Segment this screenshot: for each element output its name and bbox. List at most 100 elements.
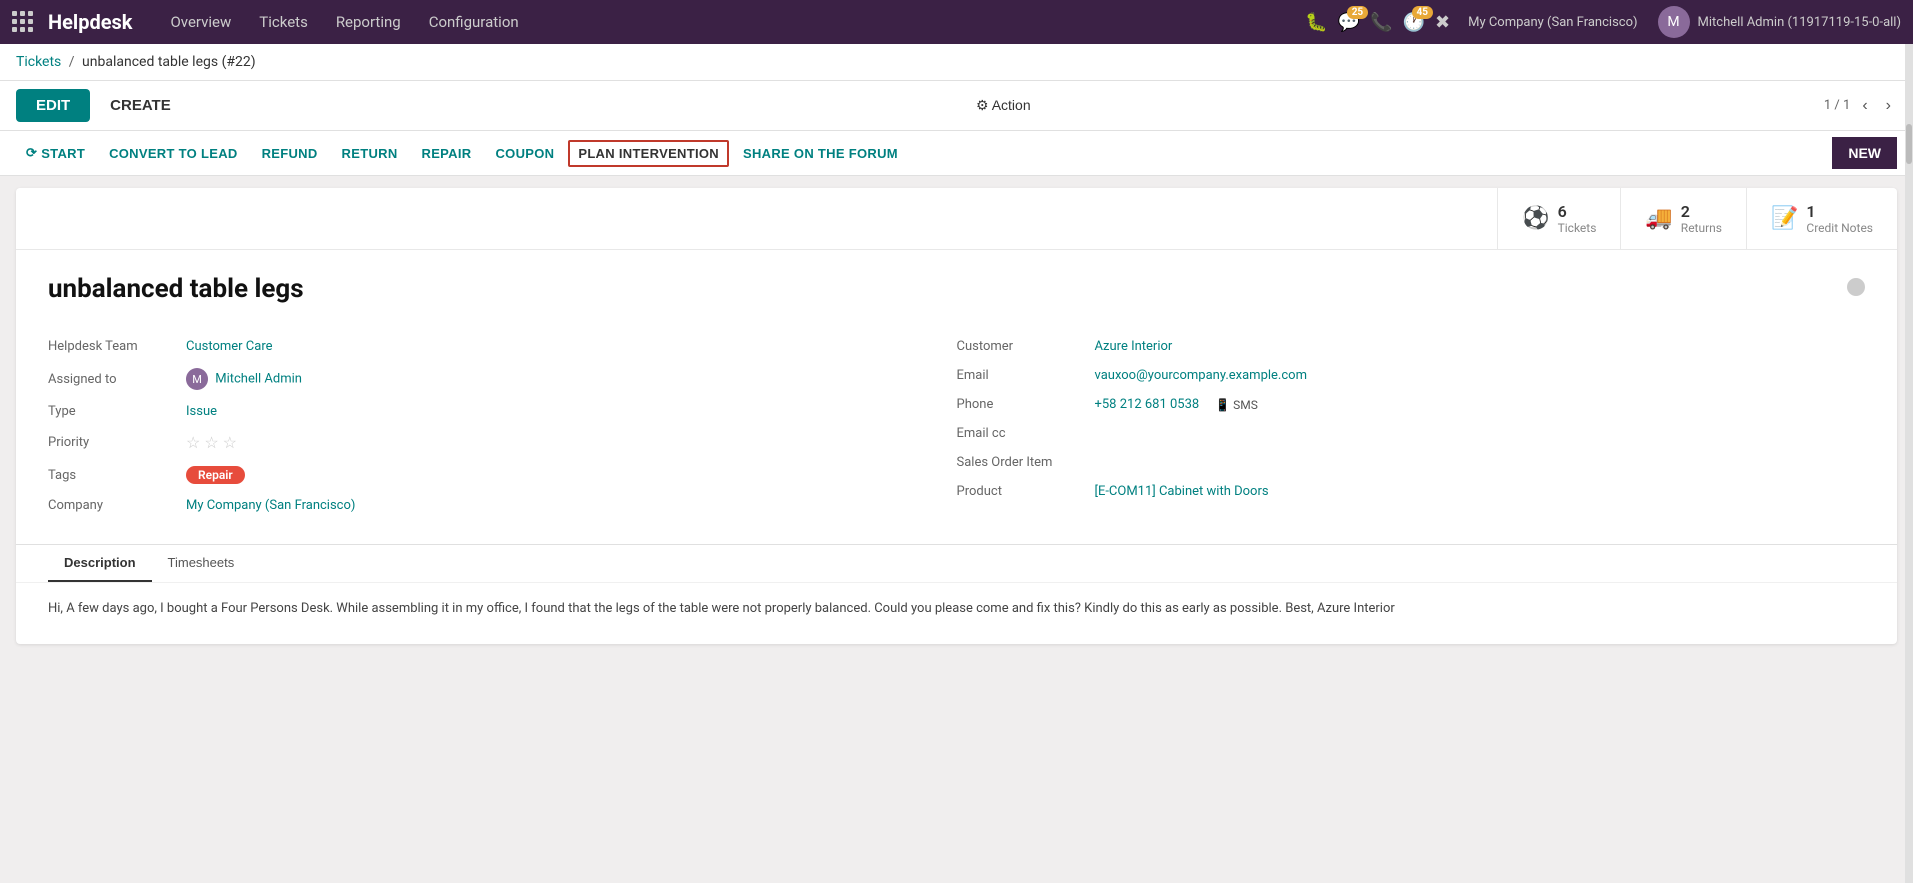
- assigned-to-value[interactable]: M Mitchell Admin: [186, 368, 302, 390]
- priority-stars[interactable]: ☆ ☆ ☆: [186, 433, 237, 452]
- edit-button[interactable]: EDIT: [16, 89, 90, 122]
- breadcrumb: Tickets / unbalanced table legs (#22): [0, 44, 1913, 81]
- user-name: Mitchell Admin (11917119-15-0-all): [1698, 15, 1901, 30]
- returns-stat-icon: 🚚: [1645, 206, 1672, 231]
- field-priority-label: Priority: [48, 435, 178, 450]
- clock-icon[interactable]: 🕐 45: [1403, 12, 1425, 33]
- phone-icon[interactable]: 📞: [1370, 12, 1392, 33]
- breadcrumb-current: unbalanced table legs (#22): [82, 54, 256, 70]
- credit-notes-stat-info: 1 Credit Notes: [1806, 202, 1873, 235]
- refund-btn[interactable]: REFUND: [252, 140, 328, 167]
- field-phone: Phone +58 212 681 0538 📱 SMS: [957, 390, 1866, 419]
- returns-count: 2: [1681, 202, 1722, 221]
- status-indicator[interactable]: [1847, 278, 1865, 296]
- field-customer-label: Customer: [957, 339, 1087, 354]
- nav-tickets[interactable]: Tickets: [245, 0, 322, 44]
- tickets-label: Tickets: [1558, 221, 1597, 235]
- returns-stat[interactable]: 🚚 2 Returns: [1620, 188, 1746, 249]
- repair-tag[interactable]: Repair: [186, 466, 245, 484]
- customer-value[interactable]: Azure Interior: [1095, 339, 1173, 354]
- action-center: ⚙ Action: [191, 97, 1816, 114]
- field-email-cc-label: Email cc: [957, 426, 1087, 441]
- repair-label: REPAIR: [422, 146, 472, 161]
- return-btn[interactable]: RETURN: [332, 140, 408, 167]
- refund-label: REFUND: [262, 146, 318, 161]
- chat-icon[interactable]: 💬 25: [1338, 12, 1360, 33]
- plan-intervention-btn[interactable]: PLAN INTERVENTION: [568, 140, 729, 167]
- return-label: RETURN: [342, 146, 398, 161]
- bug-icon[interactable]: 🐛: [1305, 12, 1327, 33]
- tickets-stat-icon: ⚽: [1522, 206, 1549, 231]
- scrollbar[interactable]: [1905, 44, 1913, 883]
- field-assigned-to-label: Assigned to: [48, 372, 178, 387]
- scrollbar-thumb[interactable]: [1906, 124, 1912, 164]
- field-product: Product [E-COM11] Cabinet with Doors: [957, 477, 1866, 506]
- tickets-stat-info: 6 Tickets: [1558, 202, 1597, 235]
- tickets-stat[interactable]: ⚽ 6 Tickets: [1497, 188, 1620, 249]
- clock-badge: 45: [1412, 6, 1433, 19]
- convert-lead-label: CONVERT TO LEAD: [109, 146, 238, 161]
- user-menu[interactable]: M Mitchell Admin (11917119-15-0-all): [1658, 6, 1901, 38]
- next-record-button[interactable]: ›: [1880, 95, 1897, 117]
- chat-badge: 25: [1347, 6, 1368, 19]
- top-icons-bar: 🐛 💬 25 📞 🕐 45 ✖ My Company (San Francisc…: [1305, 6, 1901, 38]
- returns-stat-info: 2 Returns: [1681, 202, 1722, 235]
- nav-overview[interactable]: Overview: [156, 0, 245, 44]
- plan-intervention-label: PLAN INTERVENTION: [578, 146, 719, 161]
- share-forum-btn[interactable]: SHARE ON THE FORUM: [733, 140, 908, 167]
- returns-label: Returns: [1681, 221, 1722, 235]
- field-email-label: Email: [957, 368, 1087, 383]
- product-value[interactable]: [E-COM11] Cabinet with Doors: [1095, 484, 1269, 499]
- fields-grid: Helpdesk Team Customer Care Assigned to …: [48, 332, 1865, 520]
- record-title: unbalanced table legs: [48, 274, 304, 304]
- create-button[interactable]: CREATE: [98, 89, 183, 122]
- credit-notes-label: Credit Notes: [1806, 221, 1873, 235]
- phone-value[interactable]: +58 212 681 0538: [1095, 397, 1200, 412]
- field-assigned-to: Assigned to M Mitchell Admin: [48, 361, 957, 397]
- helpdesk-team-value[interactable]: Customer Care: [186, 339, 273, 354]
- breadcrumb-parent[interactable]: Tickets: [16, 54, 61, 70]
- prev-record-button[interactable]: ‹: [1856, 95, 1873, 117]
- action-bar: EDIT CREATE ⚙ Action 1 / 1 ‹ ›: [0, 81, 1913, 131]
- repair-btn[interactable]: REPAIR: [412, 140, 482, 167]
- field-product-label: Product: [957, 484, 1087, 499]
- field-company: Company My Company (San Francisco): [48, 491, 957, 520]
- field-type-label: Type: [48, 404, 178, 419]
- nav-reporting[interactable]: Reporting: [322, 0, 415, 44]
- breadcrumb-separator: /: [69, 54, 75, 70]
- record-toolbar: ⟳ START CONVERT TO LEAD REFUND RETURN RE…: [0, 131, 1913, 176]
- top-navigation: Helpdesk Overview Tickets Reporting Conf…: [0, 0, 1913, 44]
- tab-timesheets[interactable]: Timesheets: [152, 545, 251, 582]
- record-card: ⚽ 6 Tickets 🚚 2 Returns 📝 1 Credit Notes: [16, 188, 1897, 644]
- record-tabs: Description Timesheets: [16, 544, 1897, 582]
- convert-lead-btn[interactable]: CONVERT TO LEAD: [99, 140, 248, 167]
- new-button[interactable]: NEW: [1832, 137, 1897, 169]
- action-button[interactable]: ⚙ Action: [976, 97, 1031, 114]
- tab-description[interactable]: Description: [48, 545, 152, 582]
- field-company-label: Company: [48, 498, 178, 513]
- company-value[interactable]: My Company (San Francisco): [186, 498, 355, 513]
- share-forum-label: SHARE ON THE FORUM: [743, 146, 898, 161]
- credit-notes-stat[interactable]: 📝 1 Credit Notes: [1746, 188, 1897, 249]
- field-helpdesk-team-label: Helpdesk Team: [48, 339, 178, 354]
- user-avatar: M: [1658, 6, 1690, 38]
- pagination: 1 / 1 ‹ ›: [1824, 95, 1897, 117]
- tools-icon[interactable]: ✖: [1435, 12, 1450, 33]
- assigned-avatar: M: [186, 368, 208, 390]
- field-sales-order: Sales Order Item: [957, 448, 1866, 477]
- email-value[interactable]: vauxoo@yourcompany.example.com: [1095, 368, 1307, 383]
- field-helpdesk-team: Helpdesk Team Customer Care: [48, 332, 957, 361]
- assigned-name: Mitchell Admin: [215, 371, 302, 386]
- start-icon: ⟳: [26, 145, 37, 161]
- record-body: unbalanced table legs Helpdesk Team Cust…: [16, 250, 1897, 544]
- start-btn[interactable]: ⟳ START: [16, 139, 95, 167]
- field-tags-label: Tags: [48, 468, 178, 483]
- nav-configuration[interactable]: Configuration: [415, 0, 533, 44]
- sms-button[interactable]: 📱 SMS: [1215, 398, 1258, 412]
- type-value[interactable]: Issue: [186, 404, 217, 419]
- coupon-btn[interactable]: COUPON: [485, 140, 564, 167]
- app-brand: Helpdesk: [48, 10, 132, 34]
- apps-menu-button[interactable]: [12, 11, 34, 33]
- description-text: Hi, A few days ago, I bought a Four Pers…: [48, 599, 1865, 620]
- field-email: Email vauxoo@yourcompany.example.com: [957, 361, 1866, 390]
